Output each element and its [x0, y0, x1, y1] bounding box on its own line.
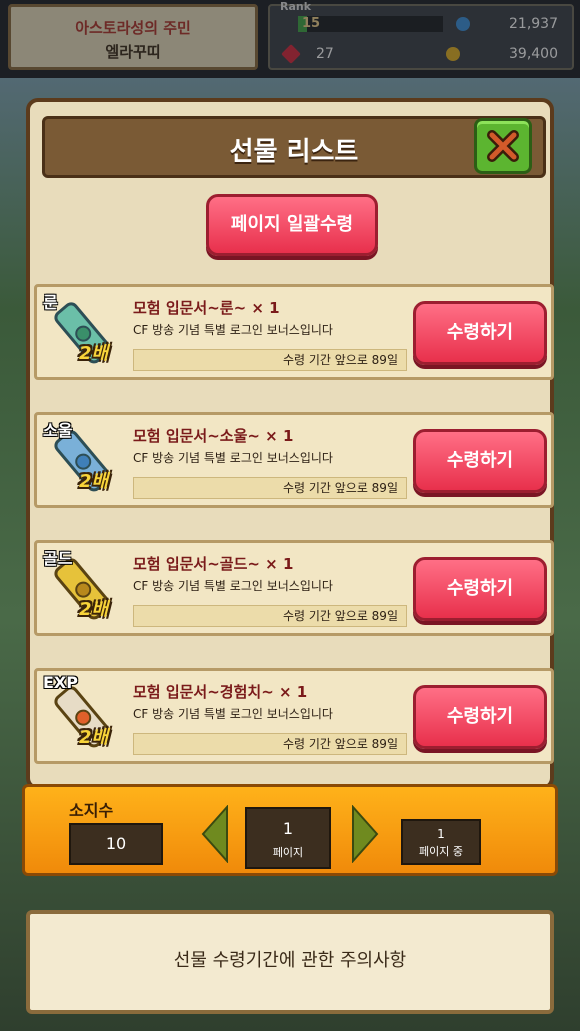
gift-notice-button[interactable]: 선물 수령기간에 관한 주의사항: [26, 910, 554, 1014]
dialog-frame: 선물 리스트 페이지 일괄수령 룬 2배 모험 입문서~룬~ × 1 CF 방송…: [26, 98, 554, 790]
gift-count-value: 10: [69, 823, 163, 865]
total-pages-label: 페이지 중: [419, 845, 463, 858]
receive-button[interactable]: 수령하기: [413, 557, 547, 621]
coin-icon: [446, 47, 460, 61]
multiplier-badge: 2배: [79, 599, 109, 620]
rank-panel: Rank 15 21,937 27 39,400: [268, 0, 574, 70]
gift-description: CF 방송 기념 특별 로그인 보너스입니다: [133, 707, 333, 721]
receive-period: 수령 기간 앞으로 89일: [133, 349, 407, 371]
close-icon: [487, 130, 519, 162]
gift-name: 모험 입문서~소울~ × 1: [133, 427, 294, 445]
total-pages-box: 1 페이지 중: [401, 819, 481, 865]
prev-page-arrow-icon[interactable]: [201, 805, 229, 863]
multiplier-badge: 2배: [79, 343, 109, 364]
notice-label: 선물 수령기간에 관한 주의사항: [173, 950, 407, 971]
rank-label: Rank: [280, 0, 312, 13]
pager-bar: 소지수 10 1 페이지 1 페이지 중: [22, 784, 558, 876]
total-pages-number: 1: [437, 827, 445, 841]
player-name: 엘라꾸띠: [105, 43, 161, 61]
gem-amount: 27: [316, 46, 334, 62]
current-page-box: 1 페이지: [245, 807, 331, 869]
town-title: 아스토라성의 주민: [75, 19, 191, 37]
multiplier-badge: 2배: [79, 727, 109, 748]
gold-amount: 21,937: [509, 16, 558, 32]
gift-type-tag: 골드: [43, 549, 73, 568]
player-name-plate: 아스토라성의 주민 엘라꾸띠: [8, 4, 258, 70]
gift-list-dialog: 선물 리스트 페이지 일괄수령 룬 2배 모험 입문서~룬~ × 1 CF 방송…: [22, 98, 558, 910]
gift-item: EXP 2배 모험 입문서~경험치~ × 1 CF 방송 기념 특별 로그인 보…: [34, 668, 554, 764]
rank-level: 15: [302, 16, 321, 31]
receive-period: 수령 기간 앞으로 89일: [133, 477, 407, 499]
gift-description: CF 방송 기념 특별 로그인 보너스입니다: [133, 451, 333, 465]
dialog-title: 선물 리스트: [229, 137, 359, 167]
gem-icon: [281, 44, 301, 64]
gift-description: CF 방송 기념 특별 로그인 보너스입니다: [133, 579, 333, 593]
current-page-label: 페이지: [272, 846, 304, 859]
gift-name: 모험 입문서~골드~ × 1: [133, 555, 294, 573]
stamina-icon: [456, 17, 470, 31]
gift-type-tag: EXP: [43, 673, 78, 692]
current-page-number: 1: [282, 819, 294, 838]
close-button[interactable]: [474, 118, 532, 174]
coin-amount: 39,400: [509, 46, 558, 62]
gift-item: 룬 2배 모험 입문서~룬~ × 1 CF 방송 기념 특별 로그인 보너스입니…: [34, 284, 554, 380]
gift-item: 소울 2배 모험 입문서~소울~ × 1 CF 방송 기념 특별 로그인 보너스…: [34, 412, 554, 508]
top-status-bar: 아스토라성의 주민 엘라꾸띠 Rank 15 21,937 27 39,400: [0, 0, 580, 78]
multiplier-badge: 2배: [79, 471, 109, 492]
dialog-title-bar: 선물 리스트: [42, 116, 546, 178]
gift-type-tag: 소울: [43, 421, 73, 440]
gift-description: CF 방송 기념 특별 로그인 보너스입니다: [133, 323, 333, 337]
claim-all-button[interactable]: 페이지 일괄수령: [206, 194, 378, 256]
receive-button[interactable]: 수령하기: [413, 301, 547, 365]
gift-count-label: 소지수: [69, 801, 114, 820]
receive-period: 수령 기간 앞으로 89일: [133, 733, 407, 755]
gift-name: 모험 입문서~경험치~ × 1: [133, 683, 308, 701]
next-page-arrow-icon[interactable]: [351, 805, 379, 863]
gift-item: 골드 2배 모험 입문서~골드~ × 1 CF 방송 기념 특별 로그인 보너스…: [34, 540, 554, 636]
receive-button[interactable]: 수령하기: [413, 685, 547, 749]
gift-type-tag: 룬: [43, 293, 58, 312]
receive-button[interactable]: 수령하기: [413, 429, 547, 493]
gift-name: 모험 입문서~룬~ × 1: [133, 299, 280, 317]
receive-period: 수령 기간 앞으로 89일: [133, 605, 407, 627]
